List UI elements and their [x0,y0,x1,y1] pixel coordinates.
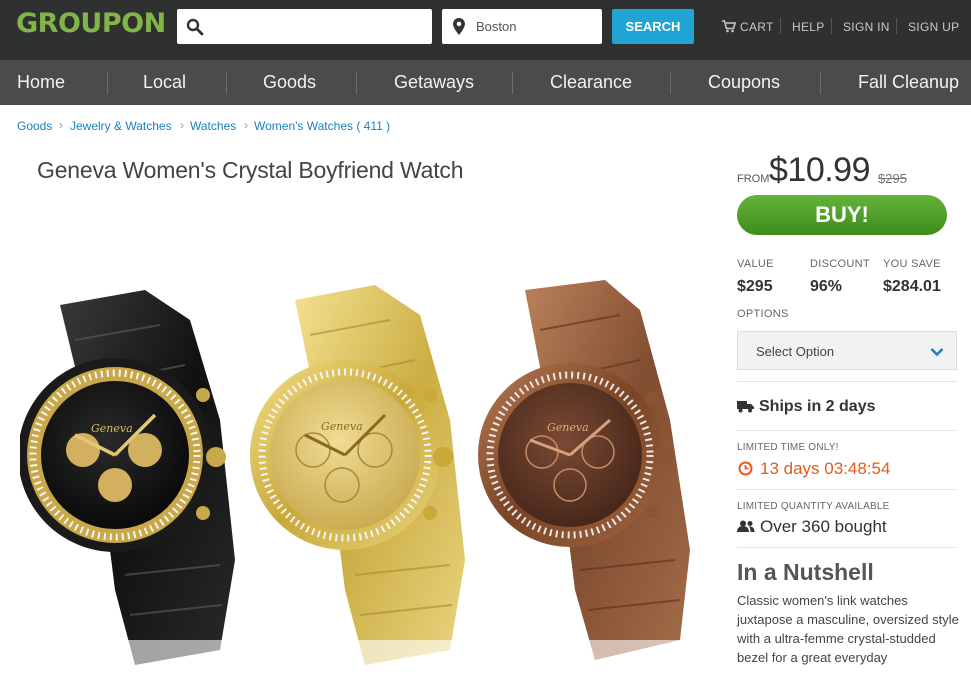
location-pin-icon [453,18,465,40]
black-watch [18,290,235,665]
groupon-logo[interactable]: GROUPON [16,8,166,39]
original-price: $295 [878,171,907,186]
nutshell-heading: In a Nutshell [737,559,874,585]
divider [107,72,108,94]
search-icon [186,18,204,41]
discount-amount: 96% [810,278,843,295]
product-image[interactable]: Geneva Geneva Geneva [18,270,720,670]
search-button[interactable]: SEARCH [612,9,694,44]
nav-clearance[interactable]: Clearance [550,72,632,93]
limited-time-label: LIMITED TIME ONLY! [737,442,839,453]
nav-getaways[interactable]: Getaways [394,72,474,93]
people-icon [737,520,755,538]
option-select-value: Select Option [756,344,835,359]
bronze-watch [478,280,690,660]
divider [737,547,957,548]
divider [780,18,781,34]
cart-icon[interactable] [722,20,737,38]
search-input[interactable] [211,9,426,44]
main-nav: Home Local Goods Getaways Clearance Coup… [0,60,971,105]
location-box[interactable] [442,9,602,44]
divider [820,72,821,94]
divider [226,72,227,94]
value-amount: $295 [737,278,773,295]
sign-in-link[interactable]: SIGN IN [843,20,890,34]
divider [737,430,957,431]
divider [831,18,832,34]
chevron-right-icon: › [244,118,248,132]
divider [356,72,357,94]
dial-brand-label: Geneva [321,420,363,433]
divider [512,72,513,94]
nutshell-description: Classic women's link watches juxtapose a… [737,593,959,665]
chevron-right-icon: › [180,118,184,132]
deal-price: $10.99 [769,151,871,189]
you-save-amount: $284.01 [883,278,941,295]
buy-button[interactable]: BUY! [737,195,947,235]
divider [896,18,897,34]
location-input[interactable] [476,9,596,44]
dial-brand-label: Geneva [547,421,589,434]
nav-goods[interactable]: Goods [263,72,316,93]
gold-watch [250,285,465,665]
chevron-down-icon [930,344,944,362]
dial-brand-label: Geneva [91,422,133,435]
sign-up-link[interactable]: SIGN UP [908,20,959,34]
clock-icon [738,461,753,481]
nav-home[interactable]: Home [17,72,65,93]
cart-link[interactable]: CART [740,20,774,34]
option-select[interactable]: Select Option [737,331,957,370]
options-label: OPTIONS [737,308,789,320]
you-save-label: YOU SAVE [883,258,941,270]
divider [737,381,957,382]
top-bar: GROUPON SEARCH CART HELP SIGN IN SIGN UP [0,0,971,60]
breadcrumb-jewelry-watches[interactable]: Jewelry & Watches [70,119,172,133]
nav-coupons[interactable]: Coupons [708,72,780,93]
nav-fall-cleanup[interactable]: Fall Cleanup [858,72,959,93]
help-link[interactable]: HELP [792,20,825,34]
truck-icon [737,400,754,418]
breadcrumb-watches[interactable]: Watches [190,119,236,133]
divider [737,489,957,490]
bought-count: Over 360 bought [760,517,887,536]
discount-label: DISCOUNT [810,258,870,270]
breadcrumb-goods[interactable]: Goods [17,119,52,133]
countdown-timer: 13 days 03:48:54 [760,459,891,478]
price-from-label: FROM [737,173,770,185]
breadcrumb-womens-watches[interactable]: Women's Watches ( 411 ) [254,119,390,133]
search-box[interactable] [177,9,432,44]
limited-quantity-label: LIMITED QUANTITY AVAILABLE [737,501,890,512]
shipping-info: Ships in 2 days [759,398,876,415]
divider [670,72,671,94]
nav-local[interactable]: Local [143,72,186,93]
deal-title: Geneva Women's Crystal Boyfriend Watch [37,157,464,183]
chevron-right-icon: › [59,118,63,132]
value-label: VALUE [737,258,774,270]
